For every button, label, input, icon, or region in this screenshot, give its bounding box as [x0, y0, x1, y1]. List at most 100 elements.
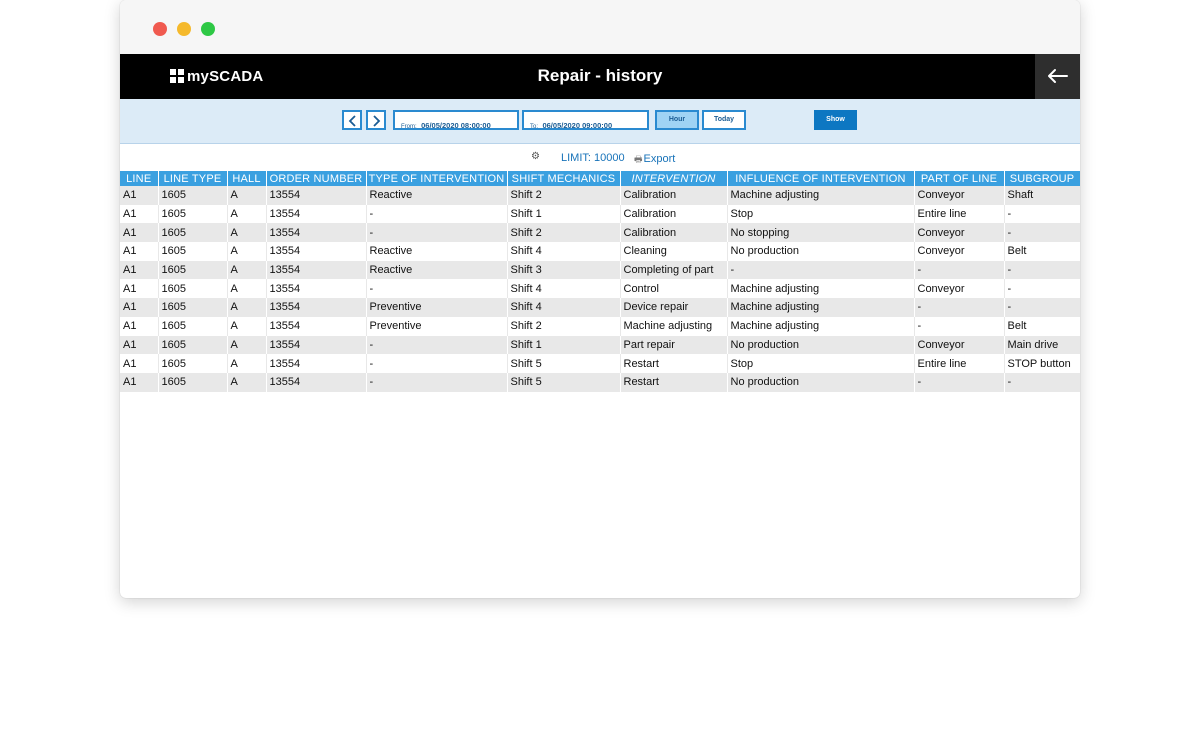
table-body: A1 1605 A 13554 Reactive Shift 2 Calibration Ma… [120, 186, 1080, 392]
table-cell: 1605 [158, 260, 228, 280]
next-period-button[interactable] [366, 110, 386, 130]
table-row[interactable]: A1 1605 A 13554- Shift 1 Part repair No produc… [120, 335, 1080, 355]
column-header[interactable]: LINE TYPE [158, 171, 228, 186]
table-cell: 1605 [158, 279, 228, 299]
table-cell: A1 [120, 223, 159, 243]
table-cell: Shaft [1004, 186, 1080, 205]
table-cell: Calibration [620, 204, 728, 224]
table-cell: A [227, 204, 267, 224]
app-window: mySCADA Repair - history From: 06/05/202… [120, 0, 1080, 598]
column-header[interactable]: ORDER NUMBER [266, 171, 367, 186]
table-cell: No production [727, 372, 915, 392]
table-cell: Conveyor [914, 242, 1005, 261]
table-cell: 1605 [158, 372, 228, 392]
column-header[interactable]: INFLUENCE OF INTERVENTION [727, 171, 915, 186]
table-cell: 1605 [158, 186, 228, 205]
minimize-window-button[interactable] [177, 22, 191, 36]
column-header[interactable]: LINE [120, 171, 159, 186]
export-button[interactable]: 🖶Export [634, 152, 675, 168]
table-cell: Reactive [366, 186, 508, 205]
table-row[interactable]: A1 1605 A 13554 Preventive Shift 4 Device repa… [120, 298, 1080, 317]
table-cell: Shift 3 [507, 260, 621, 280]
close-window-button[interactable] [153, 22, 167, 36]
table-cell: A [227, 335, 267, 355]
table-cell: Machine adjusting [620, 316, 728, 336]
table-cell: Part repair [620, 335, 728, 355]
table-cell: 1605 [158, 204, 228, 224]
to-date-field[interactable]: To: 06/05/2020 09:00:00 [522, 110, 649, 130]
table-cell: 13554 [266, 354, 367, 373]
table-cell: A1 [120, 186, 159, 205]
table-cell: Conveyor [914, 335, 1005, 355]
table-row[interactable]: A1 1605 A 13554- Shift 2 Calibration No stoppi… [120, 223, 1080, 243]
table-row[interactable]: A1 1605 A 13554 Reactive Shift 2 Calibration Ma… [120, 186, 1080, 205]
today-button[interactable]: Today [702, 110, 746, 130]
gear-icon[interactable]: ⚙ [531, 151, 540, 162]
table-cell: Restart [620, 372, 728, 392]
table-cell: Reactive [366, 242, 508, 261]
window-titlebar [120, 0, 1080, 54]
table-cell: 1605 [158, 354, 228, 373]
info-bar: ⚙ LIMIT: 10000 🖶Export [120, 144, 1080, 171]
table-row[interactable]: A1 1605 A 13554 Reactive Shift 3 Completing of… [120, 260, 1080, 280]
table-row[interactable]: A1 1605 A 13554 Reactive Shift 4 Cleaning No pr… [120, 242, 1080, 261]
hour-button[interactable]: Hour [655, 110, 699, 130]
table-cell: A [227, 316, 267, 336]
table-cell: Shift 4 [507, 298, 621, 317]
print-icon: 🖶 [634, 154, 643, 164]
from-date-field[interactable]: From: 06/05/2020 08:00:00 [393, 110, 519, 130]
date-toolbar: From: 06/05/2020 08:00:00 To: 06/05/2020… [120, 99, 1080, 144]
table-cell: 13554 [266, 372, 367, 392]
column-header[interactable]: INTERVENTION [620, 171, 728, 186]
from-label: From: [401, 124, 417, 130]
table-cell: A1 [120, 316, 159, 336]
table-cell: Shift 5 [507, 354, 621, 373]
table-cell: A [227, 260, 267, 280]
table-cell: Main drive [1004, 335, 1080, 355]
table-cell: 13554 [266, 316, 367, 336]
table-cell: 1605 [158, 242, 228, 261]
column-header[interactable]: SUBGROUP [1004, 171, 1080, 186]
table-cell: Shift 2 [507, 186, 621, 205]
column-header[interactable]: PART OF LINE [914, 171, 1005, 186]
table-cell: 13554 [266, 242, 367, 261]
table-cell: - [914, 372, 1005, 392]
table-cell: No stopping [727, 223, 915, 243]
table-row[interactable]: A1 1605 A 13554- Shift 5 Restart No production… [120, 372, 1080, 392]
table-row[interactable]: A1 1605 A 13554- Shift 5 Restart Stop Entire li… [120, 354, 1080, 373]
column-header[interactable]: SHIFT MECHANICS [507, 171, 621, 186]
column-header[interactable]: HALL [227, 171, 267, 186]
back-button[interactable] [1035, 54, 1080, 99]
table-cell: Shift 4 [507, 279, 621, 299]
table-row[interactable]: A1 1605 A 13554- Shift 1 Calibration Stop Entir… [120, 204, 1080, 224]
table-cell: Machine adjusting [727, 186, 915, 205]
table-cell: A1 [120, 354, 159, 373]
table-cell: A1 [120, 242, 159, 261]
table-cell: Shift 1 [507, 335, 621, 355]
previous-period-button[interactable] [342, 110, 362, 130]
column-header[interactable]: TYPE OF INTERVENTION [366, 171, 508, 186]
table-cell: Completing of part [620, 260, 728, 280]
chevron-left-icon [348, 115, 356, 127]
table-row[interactable]: A1 1605 A 13554 Preventive Shift 2 Machine adj… [120, 316, 1080, 336]
table-cell: - [727, 260, 915, 280]
table-cell: - [914, 316, 1005, 336]
app-header: mySCADA Repair - history [120, 54, 1080, 99]
table-cell: A1 [120, 335, 159, 355]
table-cell: - [1004, 204, 1080, 224]
table-row[interactable]: A1 1605 A 13554- Shift 4 Control Machine adjus… [120, 279, 1080, 299]
page-title: Repair - history [537, 66, 663, 85]
arrow-left-icon [1048, 69, 1068, 83]
table-cell: Belt [1004, 242, 1080, 261]
table-cell: - [1004, 260, 1080, 280]
table-cell: Stop [727, 354, 915, 373]
table-cell: Machine adjusting [727, 316, 915, 336]
show-button[interactable]: Show [814, 110, 857, 130]
table-cell: A [227, 354, 267, 373]
table-cell: 13554 [266, 279, 367, 299]
maximize-window-button[interactable] [201, 22, 215, 36]
table-cell: Shift 4 [507, 242, 621, 261]
table-cell: - [366, 223, 508, 243]
table-cell: Calibration [620, 223, 728, 243]
table-cell: 1605 [158, 223, 228, 243]
